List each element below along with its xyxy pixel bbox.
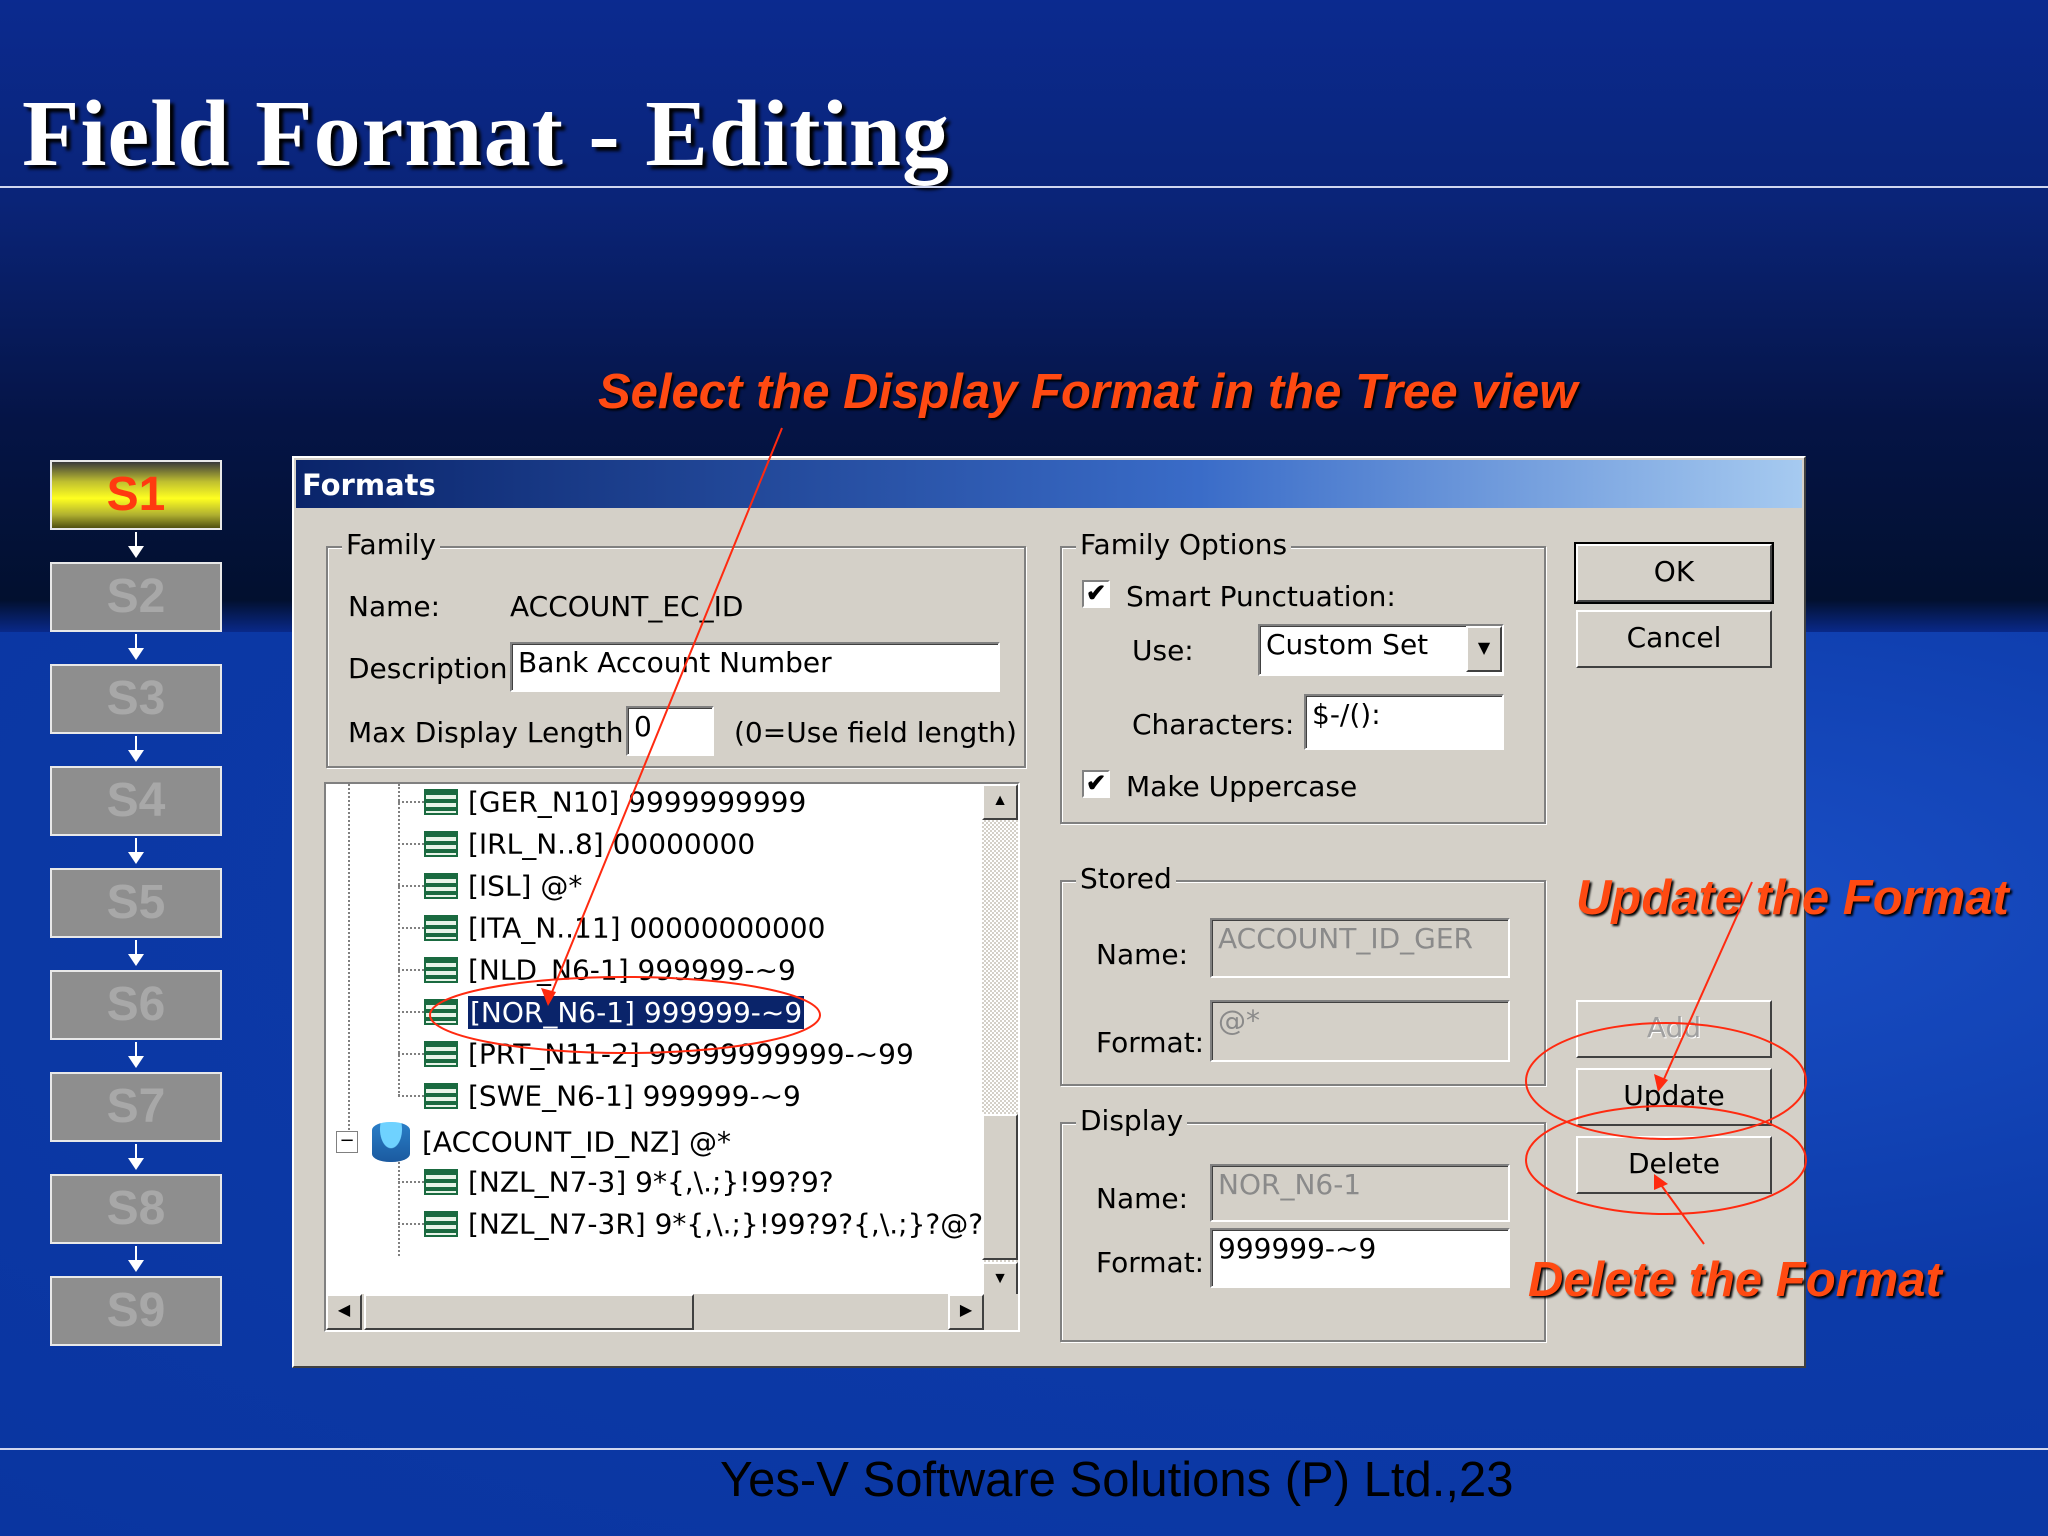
arrow-head: [541, 988, 556, 1006]
footer-divider: [0, 1448, 2048, 1450]
arrow-to-tree-item: [547, 427, 783, 1003]
annotation-overlay: [429, 427, 1807, 1245]
highlight-ellipse-delete: [1525, 1105, 1807, 1215]
arrow-head: [1654, 1174, 1668, 1190]
arrow-to-update: [1659, 881, 1753, 1089]
arrow-to-delete: [1655, 1177, 1705, 1245]
highlight-ellipse-tree: [429, 976, 821, 1054]
slide-footer: Yes-V Software Solutions (P) Ltd.,23: [720, 1453, 1514, 1507]
